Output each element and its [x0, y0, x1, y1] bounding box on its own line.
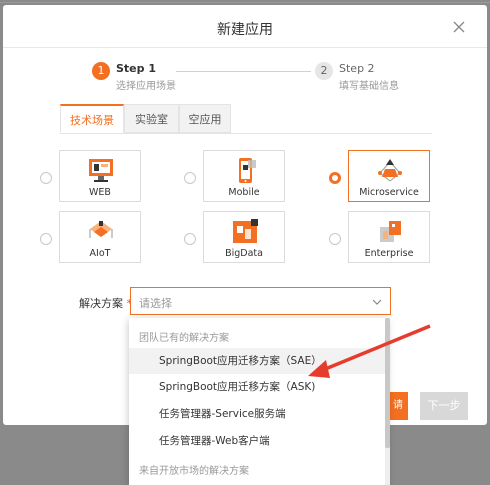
chevron-down-icon	[372, 299, 382, 305]
tabs-divider	[60, 133, 432, 134]
dropdown-item-task-service[interactable]: 任务管理器-Service服务端	[129, 401, 387, 427]
radio-mobile[interactable]	[184, 172, 196, 184]
step-connector	[176, 71, 311, 72]
card-enterprise[interactable]: Enterprise	[348, 211, 430, 263]
step-2-title: Step 2	[339, 62, 375, 75]
solution-select[interactable]: 请选择	[130, 287, 391, 315]
step-1-subtitle: 选择应用场景	[116, 81, 176, 92]
aiot-icon	[89, 221, 113, 238]
annotation-arrow-icon	[308, 324, 431, 378]
tab-tech-scenario[interactable]: 技术场景	[60, 104, 124, 133]
radio-bigdata[interactable]	[184, 233, 196, 245]
card-web[interactable]: WEB	[59, 150, 141, 202]
next-step-button[interactable]: 下一步	[420, 392, 468, 420]
card-label: BigData	[225, 248, 263, 259]
solution-select-placeholder: 请选择	[139, 297, 172, 310]
microservice-network-icon	[378, 159, 402, 182]
card-bigdata[interactable]: BigData	[203, 211, 285, 263]
modal-header: 新建应用	[3, 5, 487, 48]
bigdata-icon	[233, 219, 258, 243]
dropdown-group-team: 团队已有的解决方案	[139, 333, 229, 344]
radio-aiot[interactable]	[40, 233, 52, 245]
card-label: Microservice	[359, 187, 419, 198]
radio-enterprise[interactable]	[329, 233, 341, 245]
radio-web[interactable]	[40, 172, 52, 184]
close-icon[interactable]	[452, 20, 466, 34]
card-microservice[interactable]: Microservice	[348, 150, 430, 202]
card-label: Mobile	[228, 187, 260, 198]
card-label: WEB	[89, 187, 111, 198]
mobile-phone-icon	[239, 158, 256, 183]
dropdown-group-market: 来自开放市场的解决方案	[139, 466, 249, 477]
step-2-circle: 2	[315, 62, 333, 80]
step-1-title: Step 1	[116, 62, 156, 75]
radio-microservice[interactable]	[329, 172, 341, 184]
step-2-subtitle: 填写基础信息	[339, 81, 399, 92]
card-label: AIoT	[89, 248, 111, 259]
tab-empty-app[interactable]: 空应用	[179, 104, 231, 133]
card-aiot[interactable]: AIoT	[59, 211, 141, 263]
confirm-button-partial[interactable]: 请	[388, 392, 408, 420]
card-mobile[interactable]: Mobile	[203, 150, 285, 202]
enterprise-icon	[380, 221, 401, 242]
card-label: Enterprise	[364, 248, 414, 259]
dropdown-item-task-web[interactable]: 任务管理器-Web客户端	[129, 428, 387, 454]
tab-lab[interactable]: 实验室	[124, 104, 179, 133]
web-monitor-icon	[89, 159, 113, 182]
modal-title: 新建应用	[217, 22, 273, 38]
step-1-circle: 1	[92, 62, 110, 80]
solution-label-text: 解决方案	[79, 297, 123, 310]
solution-label: 解决方案 *	[79, 295, 132, 311]
